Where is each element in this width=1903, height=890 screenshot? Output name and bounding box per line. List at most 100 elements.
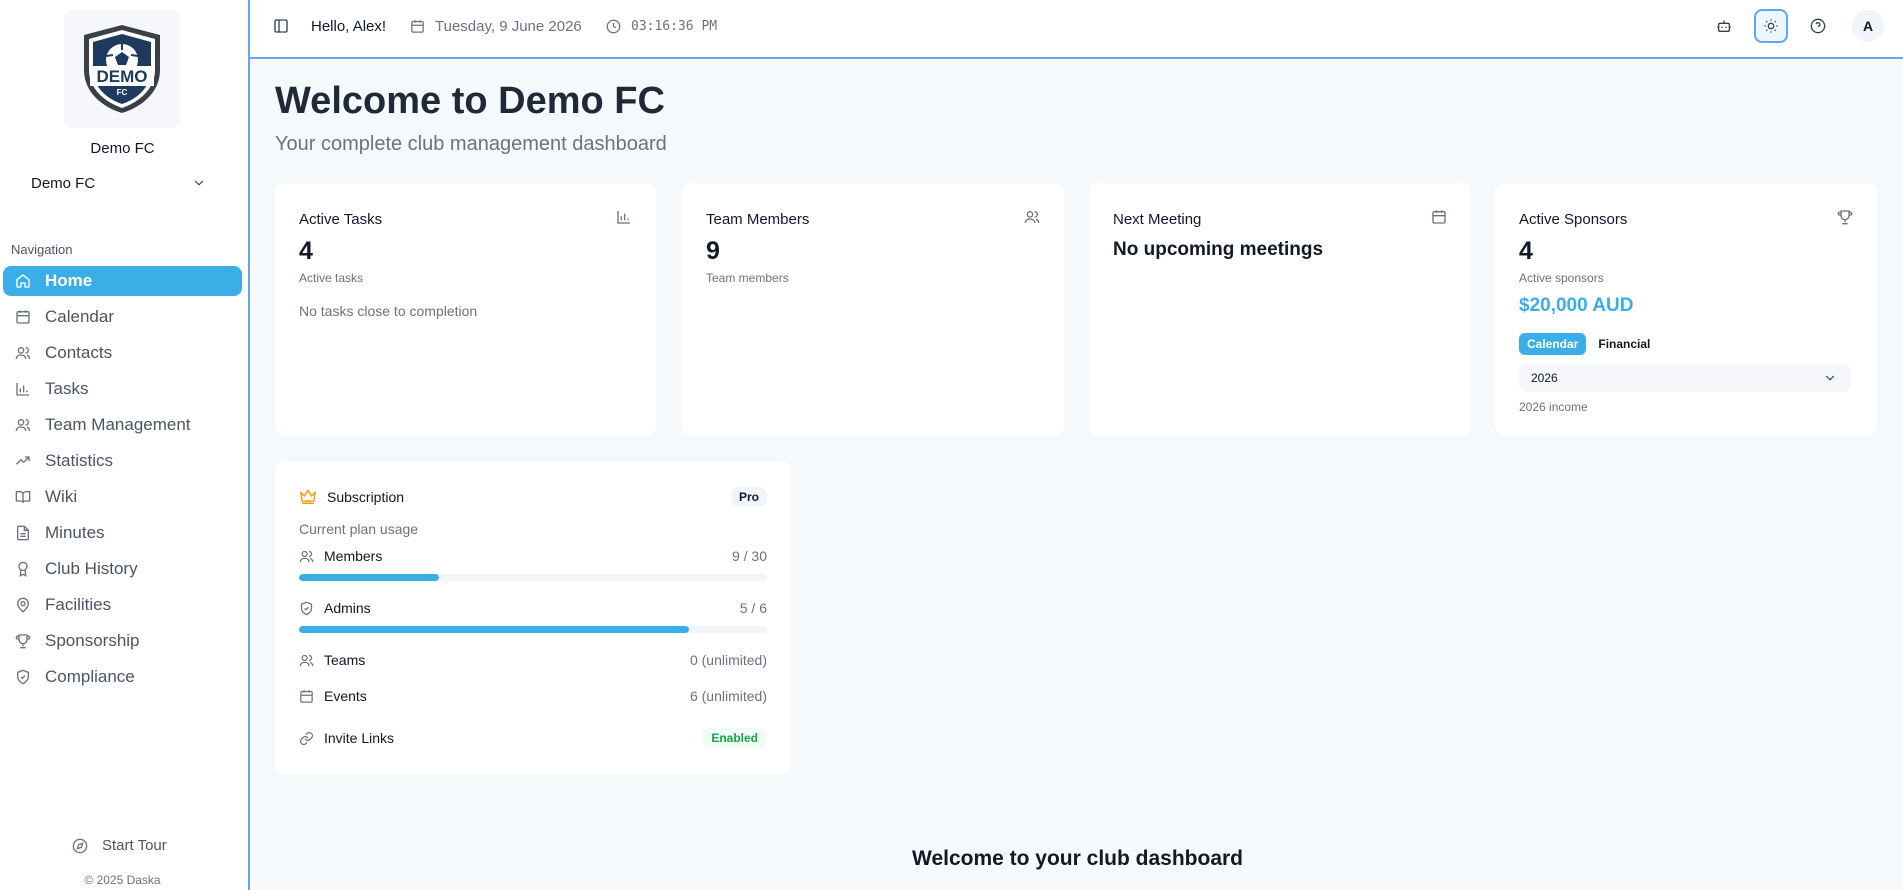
nav-heading: Navigation <box>11 242 73 257</box>
sidebar-item-minutes[interactable]: Minutes <box>3 518 242 548</box>
sidebar-nav: Home Calendar Contacts Tasks Team Manage… <box>3 266 242 698</box>
club-select[interactable]: Demo FC <box>18 172 218 194</box>
next-meeting-card[interactable]: Next Meeting No upcoming meetings <box>1089 183 1471 436</box>
members-progress-bar <box>299 574 767 581</box>
sponsor-amount: $20,000 AUD <box>1519 295 1634 316</box>
user-avatar[interactable]: A <box>1852 10 1884 42</box>
bot-icon <box>1717 20 1731 32</box>
sidebar-item-wiki[interactable]: Wiki <box>3 482 242 512</box>
club-logo[interactable]: DEMO FC <box>64 10 180 128</box>
chevron-down-icon <box>1825 375 1835 381</box>
theme-toggle-button[interactable] <box>1754 9 1788 43</box>
team-members-card[interactable]: Team Members 9 Team members <box>682 183 1064 436</box>
usage-label: Teams <box>324 652 366 668</box>
shield-check-icon <box>300 601 313 615</box>
users-icon <box>299 654 314 666</box>
sidebar-toggle-button[interactable] <box>273 18 289 34</box>
shield-check-icon <box>17 669 29 685</box>
club-select-value: Demo FC <box>31 174 96 192</box>
sidebar-item-compliance[interactable]: Compliance <box>3 662 242 692</box>
header-time: 03:16:36 PM <box>606 16 717 36</box>
trophy-icon <box>1837 210 1853 225</box>
start-tour-label: Start Tour <box>102 837 167 854</box>
sidebar-item-label: Tasks <box>45 379 89 398</box>
card-value: 9 <box>706 237 720 265</box>
top-header: Hello, Alex! Tuesday, 9 June 2026 03:16:… <box>250 0 1903 59</box>
greeting: Hello, Alex! <box>311 17 387 35</box>
sidebar-item-label: Club History <box>45 559 138 578</box>
usage-value: 9 / 30 <box>731 548 767 564</box>
sidebar-item-tasks[interactable]: Tasks <box>3 374 242 404</box>
card-caption: Active sponsors <box>1519 271 1604 285</box>
card-title: Next Meeting <box>1113 211 1202 228</box>
invite-links-status-badge: Enabled <box>702 728 767 748</box>
usage-teams-row: Teams 0 (unlimited) <box>299 650 767 670</box>
start-tour-button[interactable]: Start Tour <box>72 837 167 854</box>
calendar-icon <box>411 19 424 33</box>
svg-text:DEMO: DEMO <box>97 67 148 86</box>
admins-progress-bar <box>299 626 767 633</box>
crown-icon <box>299 489 316 504</box>
page-subtitle: Your complete club management dashboard <box>275 133 667 155</box>
card-caption: Team members <box>706 271 789 285</box>
active-sponsors-card[interactable]: Active Sponsors 4 Active sponsors $20,00… <box>1495 183 1877 436</box>
sidebar-item-team-management[interactable]: Team Management <box>3 410 242 440</box>
card-value: 4 <box>299 237 313 265</box>
date-text: Tuesday, 9 June 2026 <box>435 17 582 35</box>
usage-value: 0 (unlimited) <box>689 652 767 668</box>
sidebar-item-label: Wiki <box>45 487 78 506</box>
card-note: No tasks close to completion <box>299 303 478 319</box>
year-select[interactable]: 2026 <box>1519 364 1851 392</box>
club-name: Demo FC <box>90 140 155 157</box>
copyright: © 2025 Daska <box>84 873 161 887</box>
card-title: Team Members <box>706 211 810 228</box>
svg-text:FC: FC <box>117 88 128 97</box>
sidebar-item-label: Minutes <box>45 523 105 542</box>
tab-financial[interactable]: Financial <box>1590 333 1658 355</box>
sidebar-item-contacts[interactable]: Contacts <box>3 338 242 368</box>
time-text: 03:16:36 PM <box>631 18 718 34</box>
sidebar-item-label: Facilities <box>45 595 112 614</box>
compass-icon <box>72 838 88 853</box>
sidebar-item-statistics[interactable]: Statistics <box>3 446 242 476</box>
usage-value: 5 / 6 <box>739 600 767 616</box>
tab-calendar[interactable]: Calendar <box>1519 333 1587 355</box>
sidebar-item-sponsorship[interactable]: Sponsorship <box>3 626 242 656</box>
sidebar-item-label: Calendar <box>45 307 114 326</box>
sidebar-item-home[interactable]: Home <box>3 266 242 296</box>
assistant-button[interactable] <box>1707 9 1741 43</box>
sidebar-item-label: Statistics <box>45 451 114 470</box>
active-tasks-card[interactable]: Active Tasks 4 Active tasks No tasks clo… <box>275 183 656 436</box>
users-icon <box>299 550 314 562</box>
page-title: Welcome to Demo FC <box>275 80 665 122</box>
sidebar-item-club-history[interactable]: Club History <box>3 554 242 584</box>
chevron-down-icon <box>194 180 204 186</box>
help-circle-icon <box>1810 18 1826 34</box>
sidebar-item-label: Team Management <box>45 415 191 434</box>
clock-icon <box>606 19 621 33</box>
sun-icon <box>1764 19 1778 33</box>
header-date: Tuesday, 9 June 2026 <box>410 16 582 36</box>
usage-members-row: Members 9 / 30 <box>299 546 767 566</box>
usage-label: Events <box>324 688 367 704</box>
no-meetings-text: No upcoming meetings <box>1113 239 1324 260</box>
usage-admins-row: Admins 5 / 6 <box>299 598 767 618</box>
sidebar: DEMO FC Demo FC Demo FC Navigation Home … <box>0 0 250 890</box>
link-icon <box>299 731 314 745</box>
bar-chart-icon <box>16 383 29 396</box>
sidebar-item-facilities[interactable]: Facilities <box>3 590 242 620</box>
trending-up-icon <box>15 456 30 465</box>
map-pin-icon <box>16 597 30 613</box>
sidebar-toggle-icon <box>274 19 288 33</box>
plan-badge: Pro <box>730 487 767 507</box>
sidebar-item-calendar[interactable]: Calendar <box>3 302 242 332</box>
usage-value: 6 (unlimited) <box>689 688 767 704</box>
year-select-value: 2026 <box>1531 371 1558 385</box>
dashboard-welcome-heading: Welcome to your club dashboard <box>912 847 1243 870</box>
award-icon <box>18 561 28 577</box>
calendar-icon <box>300 689 313 703</box>
sidebar-item-label: Home <box>45 271 93 290</box>
calendar-icon <box>16 310 30 324</box>
help-button[interactable] <box>1801 9 1835 43</box>
main-content: Welcome to Demo FC Your complete club ma… <box>252 61 1903 890</box>
